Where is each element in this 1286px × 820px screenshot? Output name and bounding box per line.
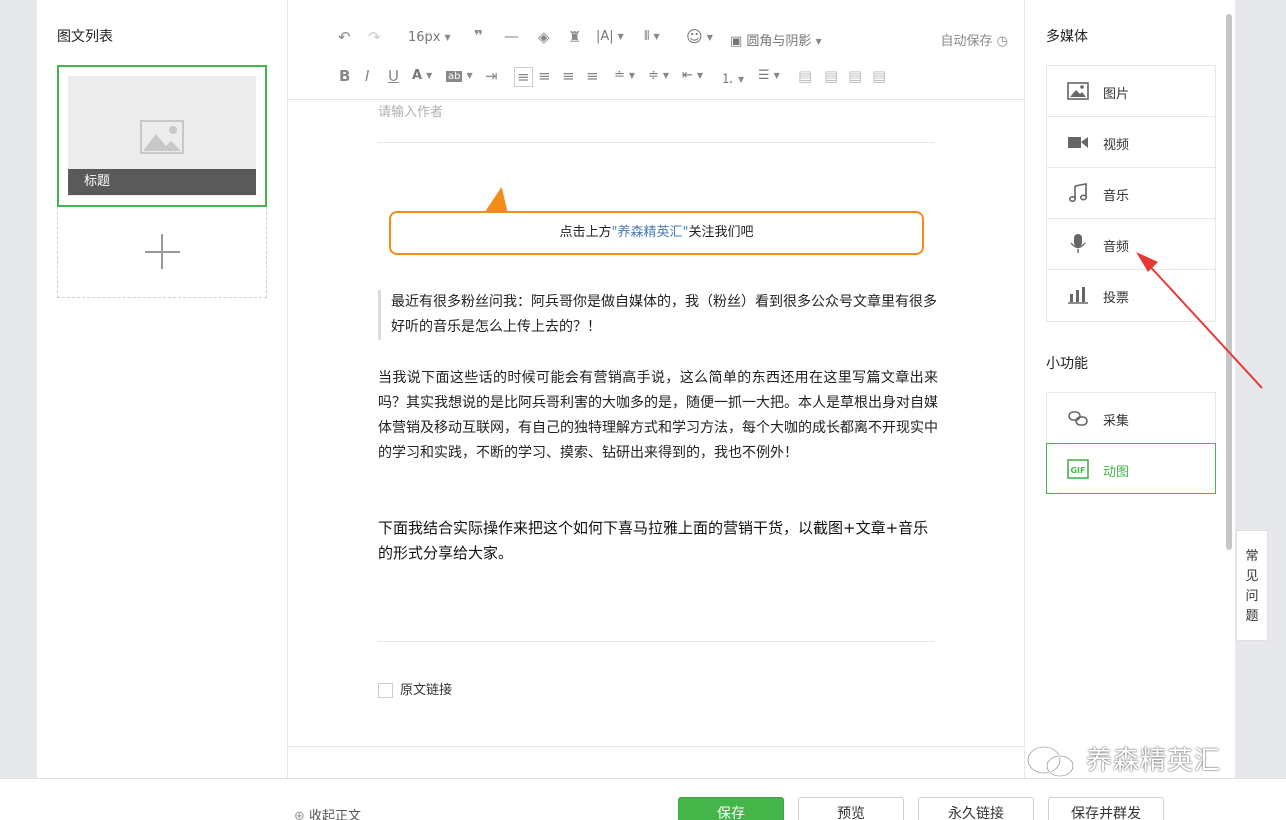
float-left-icon[interactable]: ▤ — [798, 67, 812, 85]
unordered-list-select[interactable]: ☰ ▼ — [758, 68, 780, 83]
float-right-icon[interactable]: ▤ — [848, 67, 862, 85]
follow-callout: 点击上方"养森精英汇"关注我们吧 — [389, 211, 924, 255]
collapse-body-button[interactable]: ⊕ 收起正文 — [294, 805, 361, 820]
font-size-select[interactable]: 16px ▼ — [408, 30, 451, 45]
media-list: 图片 视频 音乐 音频 投票 — [1046, 65, 1216, 322]
video-icon — [1068, 137, 1088, 148]
paragraph[interactable]: 下面我结合实际操作来把这个如何下喜马拉雅上面的营销干货，以截图+文章+音乐的形式… — [378, 516, 938, 566]
add-article-button[interactable] — [57, 207, 267, 298]
line-spacing-select[interactable]: ⫴ ▼ — [644, 29, 660, 44]
tools-list: 采集 GIF 动图 — [1046, 392, 1216, 494]
indent-select[interactable]: ⇤ ▼ — [682, 68, 703, 83]
author-input[interactable]: 请输入作者 — [378, 101, 443, 120]
format-painter-icon[interactable]: ♜ — [568, 28, 581, 46]
bold-icon[interactable]: B — [339, 67, 350, 85]
tool-item-gif[interactable]: GIF 动图 — [1046, 443, 1216, 494]
svg-text:GIF: GIF — [1070, 466, 1085, 475]
article-card[interactable]: 标题 — [57, 65, 267, 207]
space-after-select[interactable]: ≑ ▼ — [648, 68, 669, 83]
permalink-button[interactable]: 永久链接 — [918, 797, 1034, 820]
wechat-logo-icon — [1026, 745, 1075, 778]
emoji-icon[interactable]: ☺ ▼ — [686, 27, 713, 46]
autosave-status: 自动保存 ◷ — [940, 34, 1009, 49]
underline-icon[interactable]: U — [388, 67, 399, 85]
ordered-list-select[interactable]: ⒈ ▼ — [721, 68, 744, 87]
blockquote[interactable]: 最近有很多粉丝问我：阿兵哥你是做自媒体的，我（粉丝）看到很多公众号文章里有很多好… — [378, 290, 938, 340]
editor-toolbar: ↶ ↷ 16px ▼ ❞ — ◈ ♜ |A| ▼ ⫴ ▼ ☺ ▼ ▣ 圆角与阴影 ▼ 自动… — [288, 0, 1024, 100]
background-color-select[interactable]: ab ▼ — [446, 68, 473, 83]
divider-icon[interactable]: — — [504, 27, 519, 45]
align-right-icon[interactable]: ≡ — [562, 67, 575, 85]
callout-pointer — [485, 187, 513, 211]
indent-icon[interactable]: ⇥ — [485, 67, 498, 85]
media-item-audio[interactable]: 音频 — [1047, 219, 1215, 270]
tool-item-collect[interactable]: 采集 — [1047, 393, 1215, 444]
preview-button[interactable]: 预览 — [798, 797, 904, 820]
media-item-vote[interactable]: 投票 — [1047, 270, 1215, 321]
clear-format-icon[interactable]: ◈ — [538, 28, 550, 46]
radius-shadow-select[interactable]: ▣ 圆角与阴影 ▼ — [730, 30, 822, 49]
original-link-checkbox[interactable]: 原文链接 — [378, 679, 452, 698]
align-center-icon[interactable]: ≡ — [538, 67, 551, 85]
italic-icon[interactable]: I — [365, 67, 369, 85]
quote-icon[interactable]: ❞ — [474, 27, 483, 45]
float-none-icon[interactable]: ▤ — [872, 67, 886, 85]
letter-spacing-select[interactable]: |A| ▼ — [596, 29, 624, 44]
media-item-image[interactable]: 图片 — [1047, 66, 1215, 117]
gif-icon: GIF — [1067, 459, 1089, 479]
article-list-panel: 图文列表 标题 — [37, 0, 288, 778]
font-color-select[interactable]: A ▼ — [412, 68, 432, 83]
image-icon — [1067, 82, 1089, 100]
scrollbar[interactable] — [1226, 14, 1232, 550]
article-card-title: 标题 — [68, 169, 256, 195]
media-item-music[interactable]: 音乐 — [1047, 168, 1215, 219]
divider — [378, 641, 934, 642]
divider — [378, 142, 934, 143]
multimedia-panel: 多媒体 图片 视频 音乐 音频 投票 小功能 采集 GIF 动图 — [1024, 0, 1235, 778]
editor-shell: 图文列表 标题 ↶ ↷ 16px ▼ ❞ — ◈ ♜ |A| ▼ ⫴ ▼ ☺ ▼… — [37, 0, 1235, 778]
paragraph[interactable]: 当我说下面这些话的时候可能会有营销高手说，这么简单的东西还用在这里写篇文章出来吗… — [378, 366, 938, 466]
font-size-value: 16px — [408, 30, 441, 45]
justify-icon[interactable]: ≡ — [586, 67, 599, 85]
media-section-title: 多媒体 — [1046, 29, 1088, 45]
image-placeholder-icon — [140, 120, 184, 154]
save-button[interactable]: 保存 — [678, 797, 784, 820]
undo-icon[interactable]: ↶ — [338, 28, 351, 46]
save-and-publish-button[interactable]: 保存并群发 — [1048, 797, 1164, 820]
space-before-select[interactable]: ≐ ▼ — [614, 68, 635, 83]
checkbox[interactable] — [378, 683, 393, 698]
float-center-icon[interactable]: ▤ — [824, 67, 838, 85]
tools-section-title: 小功能 — [1046, 356, 1088, 372]
clock-icon: ◷ — [996, 34, 1008, 49]
faq-tab[interactable]: 常 见 问 题 — [1236, 530, 1268, 641]
align-left-icon[interactable]: ≡ — [514, 67, 533, 87]
redo-icon[interactable]: ↷ — [368, 28, 381, 46]
watermark-text: 养森精英汇 — [1086, 746, 1222, 776]
radius-shadow-label: 圆角与阴影 — [746, 34, 812, 49]
music-icon — [1068, 183, 1088, 203]
editor-area: ↶ ↷ 16px ▼ ❞ — ◈ ♜ |A| ▼ ⫴ ▼ ☺ ▼ ▣ 圆角与阴影 ▼ 自动… — [288, 0, 1024, 747]
article-list-title: 图文列表 — [57, 29, 113, 45]
collapse-icon: ⊕ — [294, 809, 305, 820]
vote-icon — [1068, 287, 1088, 304]
media-item-video[interactable]: 视频 — [1047, 117, 1215, 168]
microphone-icon — [1070, 234, 1086, 253]
link-icon — [1068, 411, 1088, 426]
